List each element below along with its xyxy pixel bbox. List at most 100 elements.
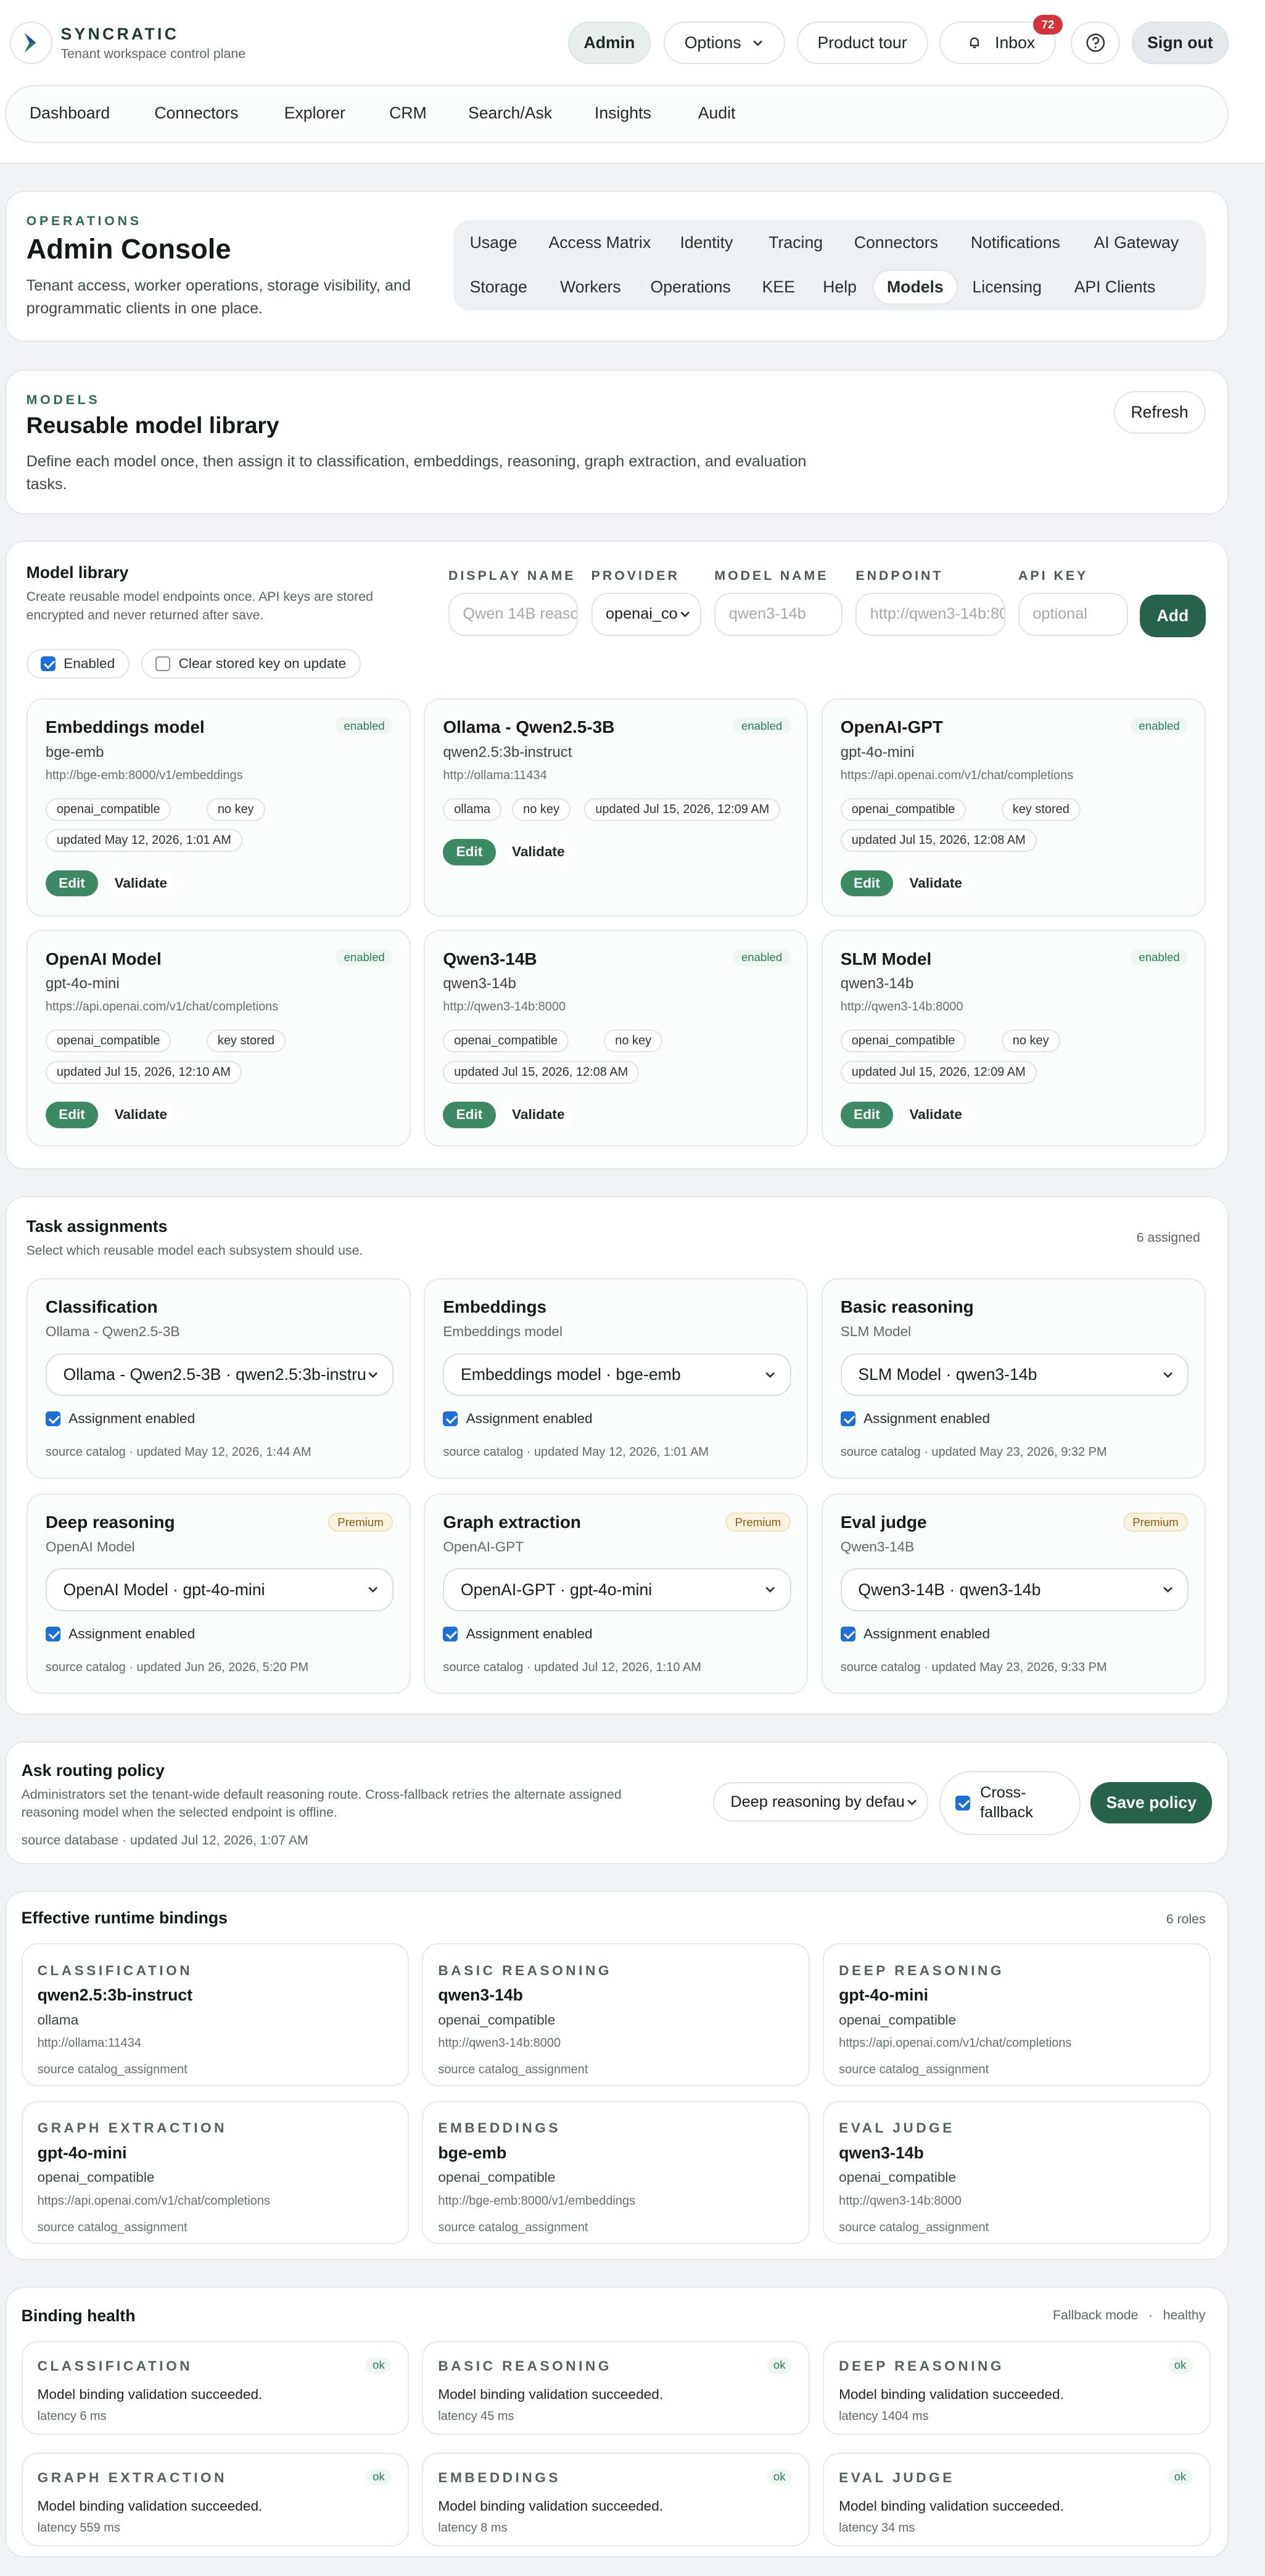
sign-out-button[interactable]: Sign out — [1131, 21, 1229, 64]
cross-fallback-checkbox[interactable]: Cross- fallback — [939, 1770, 1081, 1835]
task-model-select[interactable]: Ollama - Qwen2.5-3B · qwen2.5:3b-instruc… — [45, 1353, 394, 1396]
nav-search-ask[interactable]: Search/Ask — [468, 104, 552, 123]
endpoint-input[interactable]: http://qwen3-14b:8000 — [855, 593, 1005, 636]
tab-notifications[interactable]: Notifications — [971, 233, 1060, 252]
nav-explorer[interactable]: Explorer — [284, 104, 345, 123]
health-message: Model binding validation succeeded. — [37, 2498, 263, 2514]
edit-button[interactable]: Edit — [443, 1102, 496, 1128]
task-model: OpenAI-GPT — [443, 1538, 524, 1554]
task-source: source catalog · updated May 23, 2026, 9… — [840, 1660, 1107, 1674]
validate-button[interactable]: Validate — [902, 1102, 969, 1128]
checkbox-checked-icon — [45, 1626, 60, 1641]
binding-card: EVAL JUDGE qwen3-14b openai_compatible http… — [823, 2100, 1211, 2244]
tab-help[interactable]: Help — [823, 278, 857, 297]
clear-key-checkbox[interactable]: Clear stored key on update — [141, 648, 361, 679]
tab-models[interactable]: Models — [873, 271, 957, 303]
refresh-button[interactable]: Refresh — [1113, 390, 1206, 434]
page-title: Admin Console — [26, 233, 231, 265]
tab-connectors[interactable]: Connectors — [854, 233, 938, 252]
tasks-subtitle: Select which reusable model each subsyst… — [26, 1243, 363, 1258]
tab-licensing[interactable]: Licensing — [972, 278, 1042, 297]
nav-dashboard[interactable]: Dashboard — [30, 104, 110, 123]
tab-workers[interactable]: Workers — [560, 278, 621, 297]
validate-button[interactable]: Validate — [108, 1102, 174, 1128]
edit-button[interactable]: Edit — [443, 839, 496, 865]
model-card-model: qwen3-14b — [840, 975, 914, 993]
assignment-enabled-checkbox[interactable]: Assignment enabled — [840, 1411, 990, 1427]
tab-tracing[interactable]: Tracing — [768, 233, 823, 252]
edit-button[interactable]: Edit — [840, 1102, 893, 1128]
nav-crm[interactable]: CRM — [389, 104, 427, 123]
health-ok-badge: ok — [767, 2468, 793, 2486]
add-model-button[interactable]: Add — [1140, 595, 1206, 638]
assignment-enabled-label: Assignment enabled — [466, 1410, 593, 1426]
edit-button[interactable]: Edit — [840, 870, 893, 897]
tab-kee[interactable]: KEE — [762, 278, 795, 297]
syncratic-logo-icon[interactable] — [9, 21, 53, 64]
nav-connectors[interactable]: Connectors — [154, 104, 238, 123]
edit-button[interactable]: Edit — [45, 1102, 99, 1128]
bindings-count: 6 roles — [1166, 1912, 1206, 1927]
model-card-model: gpt-4o-mini — [840, 743, 915, 761]
task-source: source catalog · updated May 23, 2026, 9… — [840, 1445, 1107, 1459]
binding-role: BASIC REASONING — [438, 1962, 612, 1978]
binding-provider: openai_compatible — [37, 2169, 155, 2186]
validate-button[interactable]: Validate — [902, 870, 969, 897]
edit-button[interactable]: Edit — [45, 870, 99, 897]
options-button[interactable]: Options — [663, 21, 785, 64]
binding-model: bge-emb — [438, 2143, 507, 2162]
validate-button[interactable]: Validate — [108, 870, 174, 897]
models-title: Reusable model library — [26, 412, 279, 439]
admin-button[interactable]: Admin — [568, 21, 651, 64]
binding-card: EMBEDDINGS bge-emb openai_compatible http:/… — [422, 2100, 810, 2244]
task-model-select[interactable]: OpenAI Model · gpt-4o-mini — [45, 1568, 394, 1611]
models-description: Define each model once, then assign it t… — [27, 450, 807, 497]
health-latency: latency 559 ms — [37, 2521, 120, 2535]
status-badge: enabled — [1131, 949, 1189, 966]
assignment-enabled-checkbox[interactable]: Assignment enabled — [443, 1410, 593, 1427]
policy-title: Ask routing policy — [21, 1761, 165, 1780]
nav-audit[interactable]: Audit — [698, 104, 736, 123]
product-tour-button[interactable]: Product tour — [796, 21, 928, 64]
enabled-checkbox[interactable]: Enabled — [26, 648, 130, 679]
validate-button[interactable]: Validate — [505, 1102, 572, 1128]
tab-ai-gateway[interactable]: AI Gateway — [1094, 233, 1179, 252]
tab-usage[interactable]: Usage — [470, 233, 517, 252]
tab-identity[interactable]: Identity — [680, 233, 733, 252]
task-card: Graph extraction OpenAI-GPT Premium OpenAI-… — [424, 1493, 809, 1694]
model-name-input[interactable]: qwen3-14b — [714, 593, 843, 636]
display-name-input[interactable]: Qwen 14B reasoning — [448, 593, 579, 636]
assignment-enabled-checkbox[interactable]: Assignment enabled — [45, 1626, 195, 1642]
tab-storage[interactable]: Storage — [470, 278, 527, 297]
assignment-enabled-checkbox[interactable]: Assignment enabled — [45, 1411, 195, 1427]
health-latency: latency 6 ms — [37, 2409, 107, 2423]
api-key-input[interactable]: optional — [1018, 593, 1129, 636]
validate-button[interactable]: Validate — [505, 839, 572, 865]
tab-operations[interactable]: Operations — [651, 278, 731, 297]
save-policy-button[interactable]: Save policy — [1090, 1782, 1213, 1823]
product-tour-label: Product tour — [817, 33, 907, 52]
provider-select[interactable]: openai_compatible — [591, 593, 702, 636]
health-message: Model binding validation succeeded. — [839, 2498, 1064, 2514]
chevron-down-icon — [1163, 1587, 1172, 1593]
tab-api-clients[interactable]: API Clients — [1074, 278, 1156, 297]
status-badge: enabled — [336, 949, 394, 966]
assignment-enabled-checkbox[interactable]: Assignment enabled — [443, 1626, 593, 1642]
brand-name: SYNCRATIC — [60, 24, 179, 43]
help-button[interactable] — [1071, 21, 1121, 64]
task-card: Classification Ollama - Qwen2.5-3B Ollama … — [26, 1278, 411, 1479]
task-model-select[interactable]: SLM Model · qwen3-14b — [840, 1353, 1189, 1396]
task-model-select[interactable]: Embeddings model · bge-emb — [443, 1353, 791, 1396]
task-model-select[interactable]: OpenAI-GPT · gpt-4o-mini — [443, 1568, 791, 1611]
nav-insights[interactable]: Insights — [595, 104, 651, 123]
binding-source: source catalog_assignment — [37, 2063, 187, 2077]
health-role: BASIC REASONING — [438, 2358, 612, 2374]
assignment-enabled-checkbox[interactable]: Assignment enabled — [840, 1626, 990, 1642]
premium-badge: Premium — [1123, 1512, 1189, 1532]
default-route-select[interactable]: Deep reasoning by default — [712, 1782, 928, 1822]
binding-url: http://qwen3-14b:8000 — [839, 2194, 962, 2208]
task-model-select[interactable]: Qwen3-14B · qwen3-14b — [840, 1568, 1189, 1611]
tab-access-matrix[interactable]: Access Matrix — [548, 233, 651, 252]
task-model: Qwen3-14B — [840, 1538, 915, 1554]
help-icon — [1086, 33, 1105, 52]
